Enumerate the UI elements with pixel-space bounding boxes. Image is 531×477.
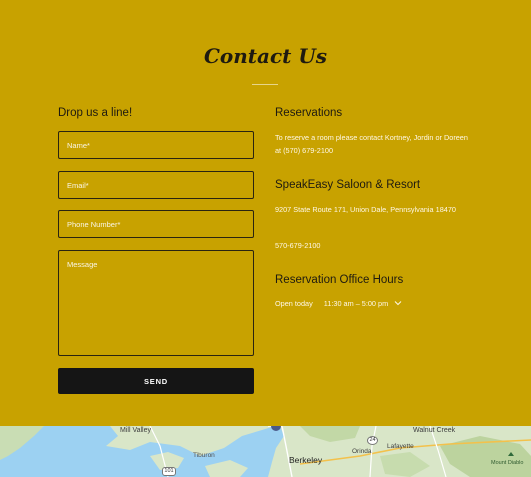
open-today-label: Open today [275,298,313,308]
form-heading: Drop us a line! [58,107,133,119]
title-divider [252,84,278,85]
hours-heading: Reservation Office Hours [275,274,404,286]
map-label-mill-valley: Mill Valley [120,427,151,434]
send-button[interactable]: SEND [58,368,254,394]
contact-section: Contact Us Drop us a line! SEND Reservat… [0,0,531,426]
reservations-heading: Reservations [275,107,343,119]
page: Contact Us Drop us a line! SEND Reservat… [0,0,531,477]
today-hours: 11:30 am – 5:00 pm [323,298,389,308]
map-label-mount-diablo: Mount Diablo [491,460,524,466]
page-title: Contact Us [203,44,328,68]
map-label-orinda: Orinda [352,448,372,455]
map-label-tiburon: Tiburon [193,452,215,459]
map-label-lafayette: Lafayette [387,443,414,450]
location-map[interactable]: Mill Valley Tiburon Berkeley Orinda Lafa… [0,426,531,477]
route-shield-24: 24 [367,436,378,445]
message-textarea[interactable] [58,250,254,356]
route-shield-101: 101 [162,467,176,476]
venue-phone[interactable]: 570-679-2100 [275,240,475,253]
venue-name: SpeakEasy Saloon & Resort [275,179,421,191]
chevron-down-icon [394,299,402,307]
email-input[interactable] [58,171,254,199]
phone-input[interactable] [58,210,254,238]
map-label-walnut-creek: Walnut Creek [413,427,456,434]
hours-dropdown[interactable]: Open today 11:30 am – 5:00 pm [275,298,402,308]
map-label-berkeley: Berkeley [289,455,323,465]
venue-address: 9207 State Route 171, Union Dale, Pennsy… [275,205,456,214]
reservation-note: To reserve a room please contact Kortney… [275,133,468,155]
name-input[interactable] [58,131,254,159]
